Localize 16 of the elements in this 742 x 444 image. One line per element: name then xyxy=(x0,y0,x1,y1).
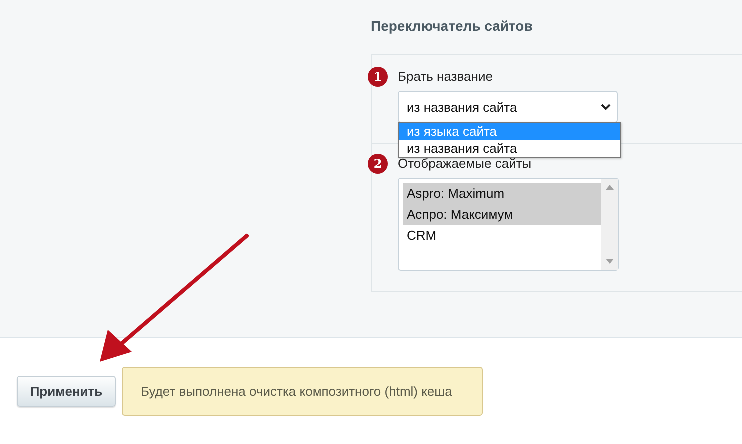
listbox-option[interactable]: Aspro: Maximum xyxy=(403,183,601,204)
scrollbar[interactable] xyxy=(601,179,618,270)
sites-listbox[interactable]: Aspro: Maximum Аспро: Максимум CRM xyxy=(398,178,619,271)
site-name-select[interactable]: из названия сайта xyxy=(398,91,618,123)
step-badge: 2 xyxy=(368,154,388,174)
scroll-up-icon[interactable] xyxy=(606,185,614,190)
field-label: Отображаемые сайты xyxy=(398,156,533,171)
listbox-option[interactable]: Аспро: Максимум xyxy=(403,204,601,225)
scroll-down-icon[interactable] xyxy=(606,259,614,264)
section-title: Переключатель сайтов xyxy=(371,18,534,36)
cache-notice: Будет выполнена очистка композитного (html) кеша xyxy=(122,367,483,416)
dropdown-option[interactable]: из названия сайта xyxy=(399,140,620,157)
apply-button[interactable]: Применить xyxy=(17,376,116,407)
field-label: Брать название xyxy=(398,69,494,84)
step-badge: 1 xyxy=(368,67,388,87)
chevron-down-icon xyxy=(601,104,611,110)
